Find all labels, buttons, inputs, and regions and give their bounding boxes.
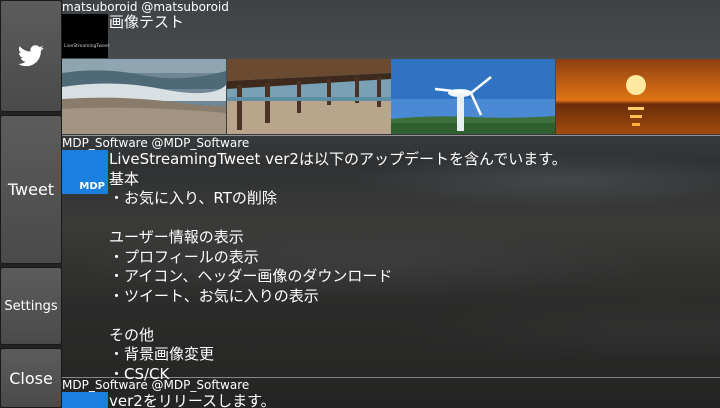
tweet-item[interactable]: MDP_Software @MDP_Software ver2をリリースします。 [62, 378, 720, 408]
twitter-bird-icon [18, 45, 44, 67]
avatar-text: LiveStreamingTweet [64, 44, 110, 49]
tweet-text: LiveStreamingTweet ver2は以下のアップデートを含んでいます… [109, 150, 567, 383]
twitter-button[interactable] [0, 0, 62, 112]
image-thumbnail[interactable] [391, 59, 555, 134]
tweet-author[interactable]: MDP_Software @MDP_Software [62, 378, 249, 392]
tweet-button[interactable]: Tweet [0, 115, 62, 264]
avatar[interactable] [62, 392, 108, 408]
tweet-author[interactable]: matsuboroid @matsuboroid [62, 0, 229, 14]
settings-button[interactable]: Settings [0, 267, 62, 345]
tweet-text: 画像テスト [109, 13, 185, 31]
tweet-item[interactable]: MDP_Software @MDP_Software MDP LiveStrea… [62, 136, 720, 383]
tweet-author[interactable]: MDP_Software @MDP_Software [62, 136, 249, 150]
tweet-text: ver2をリリースします。 [109, 392, 276, 408]
avatar-text: MDP [79, 181, 105, 192]
sidebar: Tweet Settings Close [0, 0, 62, 408]
image-thumbnail[interactable] [555, 59, 720, 134]
image-thumbnail[interactable] [226, 59, 391, 134]
image-thumbnail[interactable] [62, 59, 226, 134]
timeline[interactable]: matsuboroid @matsuboroid LiveStreamingTw… [62, 0, 720, 408]
avatar[interactable]: MDP [62, 150, 108, 194]
close-button[interactable]: Close [0, 348, 62, 408]
tweet-item[interactable]: matsuboroid @matsuboroid LiveStreamingTw… [62, 0, 720, 136]
avatar[interactable]: LiveStreamingTweet [62, 14, 110, 58]
image-thumbnails [62, 59, 720, 134]
